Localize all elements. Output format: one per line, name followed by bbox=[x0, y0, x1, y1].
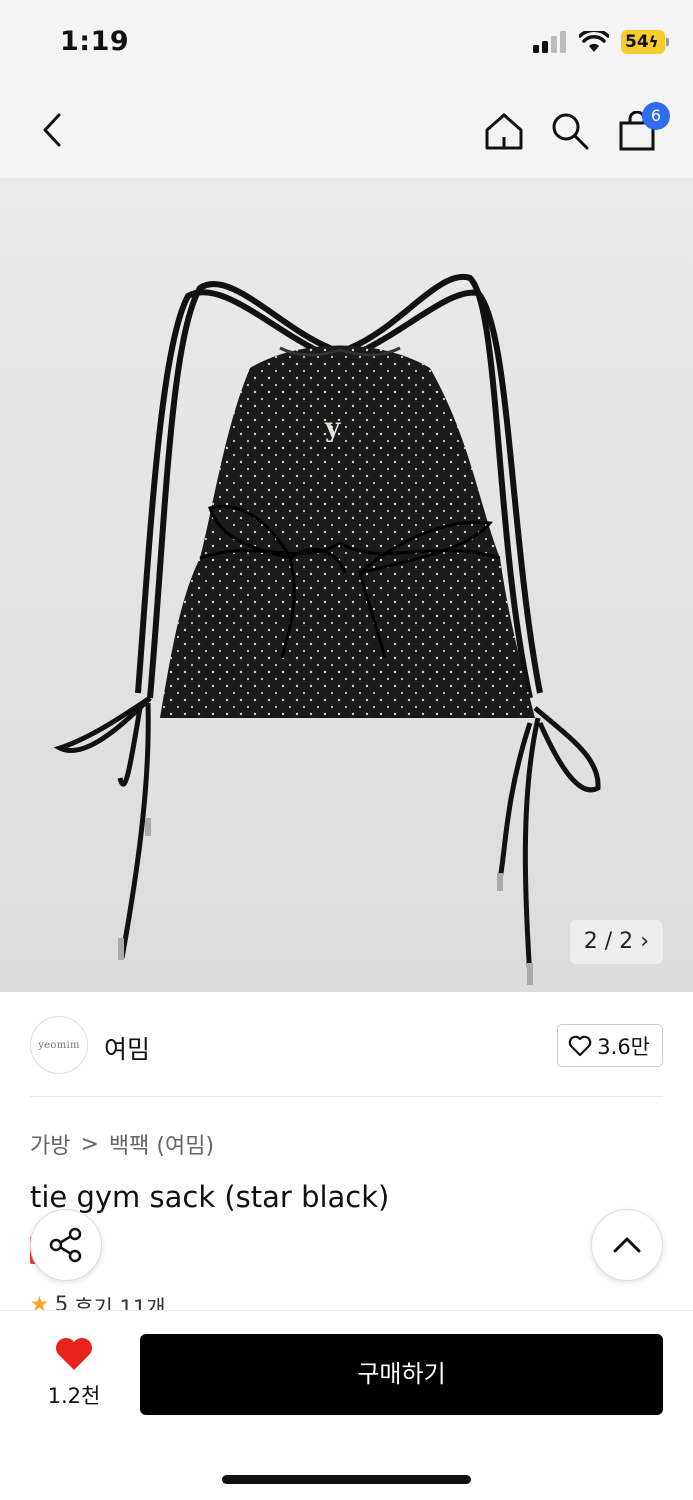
status-time: 1:19 bbox=[60, 26, 130, 57]
chevron-right-icon: › bbox=[640, 929, 649, 954]
search-button[interactable] bbox=[545, 106, 595, 156]
product-image[interactable]: y 2 / 2 › bbox=[0, 178, 693, 992]
divider bbox=[30, 1096, 663, 1097]
review-count: 후기 11개 bbox=[74, 1296, 166, 1312]
battery-indicator: 54ϟ bbox=[621, 30, 669, 54]
scroll-top-button[interactable] bbox=[591, 1209, 663, 1281]
star-icon: ★ bbox=[30, 1292, 49, 1312]
back-button[interactable] bbox=[30, 106, 74, 154]
svg-text:y: y bbox=[324, 413, 341, 443]
home-button[interactable] bbox=[479, 106, 529, 156]
charging-icon: ϟ bbox=[648, 33, 659, 51]
chevron-up-icon bbox=[613, 1237, 641, 1253]
rating-row[interactable]: ★ 5 후기 11개 bbox=[30, 1292, 166, 1312]
heart-outline-icon bbox=[568, 1035, 592, 1056]
buy-button[interactable]: 구매하기 bbox=[140, 1334, 663, 1415]
share-icon bbox=[49, 1227, 82, 1263]
heart-filled-icon bbox=[56, 1338, 92, 1370]
home-indicator bbox=[222, 1475, 471, 1484]
image-counter-text: 2 / 2 bbox=[583, 929, 634, 954]
status-bar: 1:19 54ϟ bbox=[0, 0, 693, 86]
search-icon bbox=[552, 113, 589, 150]
brand-favorite-count: 3.6만 bbox=[597, 1034, 650, 1059]
breadcrumb-category[interactable]: 가방 bbox=[30, 1128, 70, 1160]
home-icon bbox=[485, 113, 523, 150]
product-photo-backpack: y bbox=[53, 273, 601, 985]
breadcrumb-subcategory[interactable]: 백팩 (여밈) bbox=[109, 1128, 214, 1160]
share-button[interactable] bbox=[30, 1209, 102, 1281]
status-icons: 54ϟ bbox=[533, 30, 669, 54]
chevron-left-icon bbox=[43, 113, 61, 147]
brand-row: yeomim 여밈 3.6만 bbox=[30, 1014, 663, 1076]
product-title: tie gym sack (star black) bbox=[30, 1180, 390, 1214]
breadcrumb: 가방 > 백팩 (여밈) bbox=[30, 1128, 214, 1160]
like-count: 1.2천 bbox=[47, 1384, 101, 1408]
nav-bar: 6 bbox=[0, 86, 693, 178]
brand-logo[interactable]: yeomim bbox=[30, 1016, 88, 1074]
image-counter[interactable]: 2 / 2 › bbox=[569, 920, 663, 964]
like-button[interactable]: 1.2천 bbox=[40, 1336, 108, 1410]
signal-icon bbox=[533, 31, 566, 53]
wifi-icon bbox=[579, 31, 609, 52]
battery-level: 54 bbox=[625, 32, 649, 52]
brand-name[interactable]: 여밈 bbox=[104, 1030, 150, 1066]
cart-button[interactable]: 6 bbox=[612, 102, 670, 156]
breadcrumb-separator: > bbox=[80, 1131, 99, 1157]
brand-favorite-button[interactable]: 3.6만 bbox=[557, 1024, 663, 1067]
rating-value: 5 bbox=[54, 1292, 69, 1312]
cart-count-badge: 6 bbox=[642, 102, 670, 130]
